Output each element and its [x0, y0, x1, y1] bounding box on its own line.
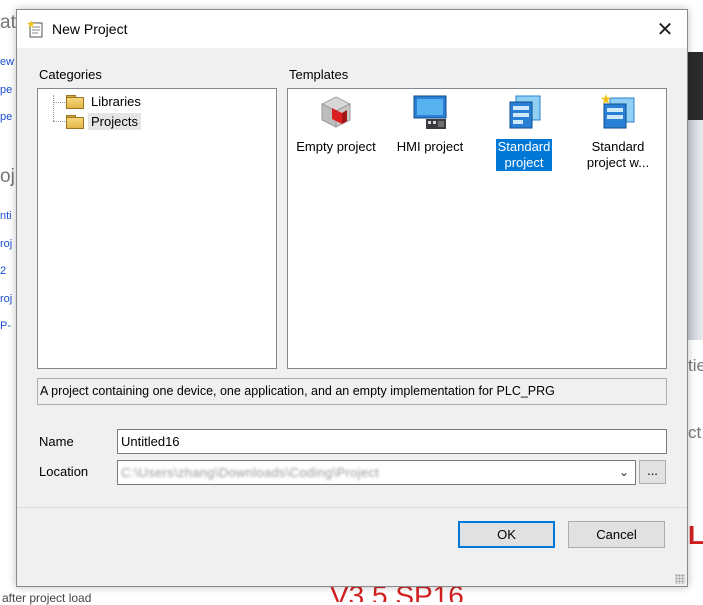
standard-project-wizard-icon	[601, 94, 635, 129]
bg-fragment: ew	[0, 56, 15, 68]
bg-fragment: roj	[0, 293, 13, 305]
templates-label: Templates	[289, 67, 349, 82]
bg-fragment: pe	[0, 111, 13, 123]
bg-fragment: oj	[0, 166, 15, 187]
chevron-down-icon[interactable]: ⌄	[619, 465, 629, 479]
bg-fragment: P-	[0, 320, 11, 332]
tree-connector	[53, 95, 54, 121]
bg-fragment: L	[688, 520, 703, 550]
location-combobox[interactable]: C:\Users\zhang\Downloads\Coding\Project …	[117, 460, 636, 485]
close-icon: ✕	[656, 18, 674, 41]
standard-project-icon	[509, 95, 541, 129]
bg-fragment: at	[0, 12, 16, 33]
tree-connector	[53, 121, 65, 122]
bg-fragment: nti	[0, 210, 12, 222]
template-name: HMI project	[396, 139, 464, 154]
categories-tree[interactable]: Libraries Projects	[37, 88, 277, 369]
template-standard-project[interactable]: Standard project	[478, 94, 570, 171]
dialog-titlebar[interactable]: New Project ✕	[17, 10, 687, 48]
template-empty-project[interactable]: Empty project	[290, 94, 382, 155]
bg-fragment: pe	[0, 84, 13, 96]
bg-fragment: tie	[688, 356, 703, 375]
template-standard-project-wizard[interactable]: Standard project w...	[572, 94, 664, 171]
folder-icon	[66, 94, 84, 109]
resize-grip[interactable]	[675, 574, 685, 584]
bg-fragment: roj	[0, 238, 13, 250]
template-name: Standard project w...	[586, 139, 650, 170]
template-hmi-project[interactable]: HMI project	[384, 94, 476, 155]
tree-item-label: Libraries	[91, 93, 141, 109]
location-label: Location	[39, 464, 89, 479]
template-name: Standard project	[495, 139, 553, 171]
ok-button[interactable]: OK	[458, 521, 555, 548]
cancel-button[interactable]: Cancel	[568, 521, 665, 548]
button-bar-separator	[17, 507, 687, 508]
location-value: C:\Users\zhang\Downloads\Coding\Project	[121, 465, 380, 480]
bg-banner-image	[688, 52, 703, 120]
template-name: Empty project	[296, 139, 376, 154]
template-description: A project containing one device, one app…	[37, 378, 667, 405]
new-project-dialog: New Project ✕ Categories Templates Libra…	[16, 9, 688, 587]
bg-banner-image	[688, 120, 703, 340]
background-app-left: at ew pe pe oj nti roj 2 roj P-	[0, 0, 16, 602]
project-name-input[interactable]: Untitled16	[117, 429, 667, 454]
close-button[interactable]: ✕	[643, 10, 687, 48]
background-app-right: tie ct. L	[688, 0, 703, 602]
empty-project-icon	[320, 96, 352, 128]
tree-item-libraries[interactable]: Libraries	[66, 92, 144, 110]
bg-fragment: after project load	[2, 591, 92, 605]
bg-fragment: 2	[0, 265, 7, 277]
templates-list[interactable]: Empty project HMI project Standard proje…	[287, 88, 667, 369]
browse-button[interactable]: ...	[639, 460, 666, 484]
categories-label: Categories	[39, 67, 102, 82]
dialog-title: New Project	[52, 21, 128, 37]
new-project-icon	[27, 20, 43, 38]
tree-item-projects[interactable]: Projects	[66, 112, 141, 130]
tree-item-label: Projects	[88, 112, 141, 130]
hmi-project-icon	[413, 95, 447, 129]
name-label: Name	[39, 434, 74, 449]
bg-fragment: ct.	[688, 423, 703, 442]
tree-connector	[53, 102, 65, 103]
folder-icon	[66, 114, 84, 129]
